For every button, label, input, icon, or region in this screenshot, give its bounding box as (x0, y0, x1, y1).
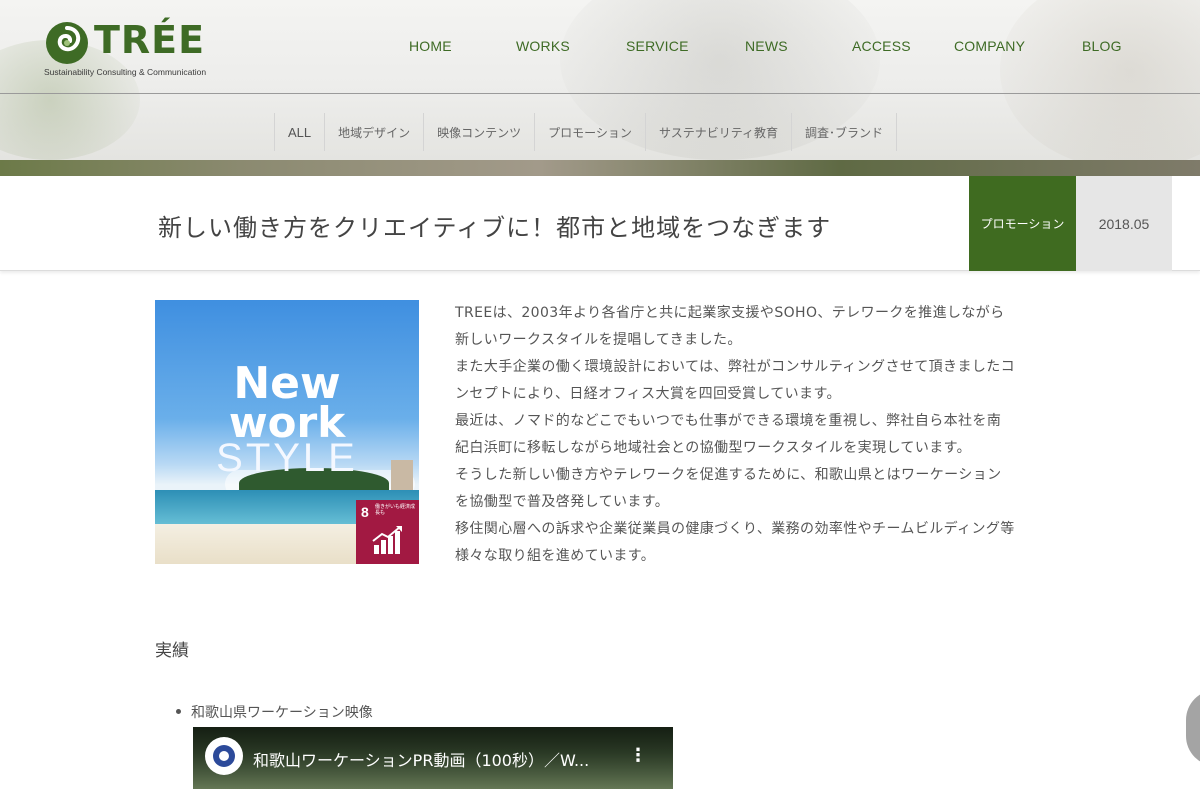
sdg-label: 働きがいも経済成長も (375, 504, 416, 516)
sdg-number: 8 (361, 504, 369, 520)
category-filter: ALL 地域デザイン 映像コンテンツ プロモーション サステナビリティ教育 調査… (274, 113, 897, 151)
nav-service[interactable]: SERVICE (626, 38, 689, 54)
more-options-icon[interactable]: ⋮ (629, 745, 647, 766)
sdg-goal-badge: 8 働きがいも経済成長も (356, 500, 419, 564)
body-line: 紀白浜町に移転しながら地域社会との協働型ワークスタイルを実現しています。 (455, 440, 972, 456)
category-regional-design[interactable]: 地域デザイン (324, 113, 423, 151)
article-thumbnail: New work STYLE 8 働きがいも経済成長も (155, 300, 419, 564)
article-date: 2018.05 (1076, 176, 1172, 271)
article-category-badge[interactable]: プロモーション (969, 176, 1076, 271)
category-research-brand[interactable]: 調査･ブランド (790, 113, 897, 151)
article-title: 新しい働き方をクリエイティブに！都市と地域をつなぎます (158, 214, 832, 242)
body-line: ンセプトにより、日経オフィス大賞を四回受賞しています。 (455, 386, 841, 402)
nav-blog[interactable]: BLOG (1082, 38, 1122, 54)
video-title[interactable]: 和歌山ワーケーションPR動画（100秒）／W... (253, 747, 589, 771)
bullet-icon (176, 709, 181, 714)
body-line: また大手企業の働く環境設計においては、弊社がコンサルティングさせて頂きましたコ (455, 359, 1016, 375)
article-body: TREEは、2003年より各省庁と共に起業家支援やSOHO、テレワークを推進しな… (455, 300, 1045, 570)
nav-home[interactable]: HOME (409, 38, 452, 54)
nav-access[interactable]: ACCESS (852, 38, 911, 54)
category-sustainability-education[interactable]: サステナビリティ教育 (644, 113, 791, 151)
body-line: 最近は、ノマド的などこでもいつでも仕事ができる環境を重視し、弊社自ら本社を南 (455, 413, 1002, 429)
channel-avatar[interactable] (205, 737, 243, 775)
embedded-video[interactable]: 和歌山ワーケーションPR動画（100秒）／W... ⋮ (193, 727, 673, 789)
hero-photo-strip (0, 160, 1200, 176)
achievement-item: 和歌山県ワーケーション映像 (176, 702, 373, 722)
main-nav: HOME WORKS SERVICE NEWS ACCESS COMPANY B… (0, 38, 1200, 58)
header-divider (0, 93, 1200, 94)
channel-logo-icon (213, 745, 235, 767)
body-line: TREEは、2003年より各省庁と共に起業家支援やSOHO、テレワークを推進しな… (455, 305, 1005, 321)
nav-works[interactable]: WORKS (516, 38, 570, 54)
body-line: そうした新しい働き方やテレワークを促進するために、和歌山県とはワーケーション (455, 467, 1002, 483)
body-line: 移住関心層への訴求や企業従業員の健康づくり、業務の効率性やチームビルディング等 (455, 521, 1015, 537)
article-title-bar: 新しい働き方をクリエイティブに！都市と地域をつなぎます プロモーション 2018… (0, 176, 1200, 271)
category-promotion[interactable]: プロモーション (534, 113, 645, 151)
category-video-content[interactable]: 映像コンテンツ (423, 113, 534, 151)
achievement-label: 和歌山県ワーケーション映像 (191, 705, 373, 721)
category-all[interactable]: ALL (274, 113, 324, 151)
growth-chart-icon (372, 526, 402, 554)
nav-company[interactable]: COMPANY (954, 38, 1025, 54)
body-line: 様々な取り組を進めています。 (455, 548, 656, 564)
scroll-to-top-button[interactable] (1186, 690, 1200, 766)
achievements-heading: 実績 (155, 641, 189, 661)
site-header: TRÉE Sustainability Consulting & Communi… (0, 0, 1200, 94)
nav-news[interactable]: NEWS (745, 38, 788, 54)
body-line: を協働型で普及啓発しています。 (455, 494, 670, 510)
body-line: 新しいワークスタイルを提唱してきました。 (455, 332, 742, 348)
brand-tagline: Sustainability Consulting & Communicatio… (44, 67, 207, 77)
thumbnail-heading-style: STYLE (216, 436, 358, 480)
